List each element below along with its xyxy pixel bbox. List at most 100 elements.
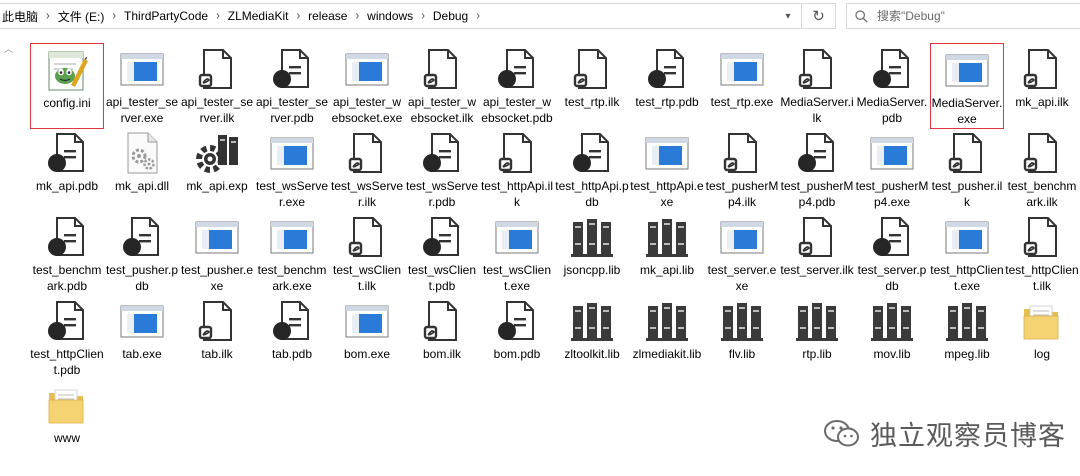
breadcrumb-separator-icon[interactable]: › [110,9,118,23]
breadcrumb-this-pc[interactable]: 此电脑 [2,8,44,25]
file-item[interactable]: test_rtp.ilk [555,43,629,129]
file-item[interactable]: tab.pdb [255,295,329,381]
exp-file-icon [193,129,241,177]
folder-item[interactable]: log [1005,295,1079,381]
file-item[interactable]: bom.ilk [405,295,479,381]
breadcrumb-separator-icon[interactable]: › [419,9,427,23]
file-item[interactable]: tab.ilk [180,295,254,381]
file-item[interactable]: test_wsServer.exe [255,127,329,213]
file-item[interactable]: test_httpClient.pdb [30,295,104,381]
file-item[interactable]: test_server.exe [705,211,779,297]
file-name: mk_api.dll [114,179,170,193]
file-item[interactable]: mk_api.pdb [30,127,104,213]
file-item[interactable]: test_rtp.exe [705,43,779,129]
file-item[interactable]: test_pusherMp4.exe [855,127,929,213]
file-item[interactable]: bom.pdb [480,295,554,381]
file-item[interactable]: test_httpApi.pdb [555,127,629,213]
file-item[interactable]: tab.exe [105,295,179,381]
file-item[interactable]: test_benchmark.pdb [30,211,104,297]
address-bar[interactable]: 此电脑 › 文件 (E:) › ThirdPartyCode › ZLMedia… [0,3,836,29]
file-item[interactable]: test_httpClient.exe [930,211,1004,297]
file-item[interactable]: test_wsServer.pdb [405,127,479,213]
file-item[interactable]: test_pusherMp4.ilk [705,127,779,213]
ilk-file-icon [1018,45,1066,93]
file-item[interactable]: bom.exe [330,295,404,381]
file-list[interactable]: ︿ config.ini api_tester_server.exe api_tes… [0,34,1080,476]
ilk-file-icon [793,213,841,261]
search-box[interactable] [846,3,1080,29]
file-item[interactable]: test_wsClient.ilk [330,211,404,297]
file-name: test_pusher.ilk [931,179,1003,209]
file-item[interactable]: flv.lib [705,295,779,381]
file-item[interactable]: zlmediakit.lib [630,295,704,381]
file-item[interactable]: test_pusher.ilk [930,127,1004,213]
search-input[interactable] [877,9,1057,23]
file-item[interactable]: mk_api.dll [105,127,179,213]
file-name: test_wsServer.ilk [330,179,404,209]
file-name: api_tester_server.exe [105,95,179,125]
file-item[interactable]: test_pusher.exe [180,211,254,297]
file-item[interactable]: api_tester_websocket.ilk [405,43,479,129]
breadcrumb-thirdpartycode[interactable]: ThirdPartyCode [118,9,214,23]
file-item[interactable]: api_tester_server.ilk [180,43,254,129]
breadcrumb-separator-icon[interactable]: › [474,9,482,23]
file-name: mk_api.lib [639,263,695,277]
breadcrumb-release[interactable]: release [302,9,353,23]
breadcrumb-separator-icon[interactable]: › [353,9,361,23]
file-item[interactable]: MediaServer.ilk [780,43,854,129]
file-item[interactable]: test_benchmark.exe [255,211,329,297]
file-item[interactable]: mk_api.ilk [1005,43,1079,129]
file-item[interactable]: test_wsClient.pdb [405,211,479,297]
file-item[interactable]: test_pusherMp4.pdb [780,127,854,213]
file-item[interactable]: mpeg.lib [930,295,1004,381]
collapse-up-icon[interactable]: ︿ [4,42,13,55]
file-item[interactable]: api_tester_websocket.exe [330,43,404,129]
file-item[interactable]: mk_api.lib [630,211,704,297]
refresh-icon[interactable]: ↻ [801,4,835,28]
breadcrumb-separator-icon[interactable]: › [214,9,222,23]
file-name: test_rtp.pdb [635,95,699,109]
file-item[interactable]: test_wsServer.ilk [330,127,404,213]
file-name: flv.lib [728,347,756,361]
file-name: test_pusher.exe [180,263,254,293]
watermark-text: 独立观察员博客 [870,421,1066,452]
ilk-file-icon [718,129,766,177]
file-item[interactable]: test_server.ilk [780,211,854,297]
file-item[interactable]: MediaServer.exe [930,43,1004,129]
file-item[interactable]: test_httpClient.ilk [1005,211,1079,297]
breadcrumb-separator-icon[interactable]: › [294,9,302,23]
breadcrumb-separator-icon[interactable]: › [44,9,52,23]
file-item[interactable]: test_pusher.pdb [105,211,179,297]
file-item[interactable]: config.ini [30,43,104,129]
file-item[interactable]: rtp.lib [780,295,854,381]
breadcrumb-windows[interactable]: windows [361,9,419,23]
lib-file-icon [943,297,991,345]
file-name: config.ini [43,96,91,110]
file-item[interactable]: mk_api.exp [180,127,254,213]
file-item[interactable]: api_tester_websocket.pdb [480,43,554,129]
folder-item[interactable]: www [30,379,104,465]
breadcrumb-debug[interactable]: Debug [427,9,474,23]
file-item[interactable]: test_rtp.pdb [630,43,704,129]
file-name: test_benchmark.pdb [32,263,102,293]
file-name: test_pusher.pdb [105,263,179,293]
breadcrumb-zlmediakit[interactable]: ZLMediaKit [222,9,295,23]
file-item[interactable]: test_httpApi.ilk [480,127,554,213]
file-item[interactable]: MediaServer.pdb [855,43,929,129]
file-item[interactable]: test_wsClient.exe [480,211,554,297]
file-item[interactable]: api_tester_server.pdb [255,43,329,129]
wechat-logo-icon [824,419,859,446]
file-item[interactable]: mov.lib [855,295,929,381]
file-item[interactable]: test_httpApi.exe [630,127,704,213]
file-item[interactable]: test_server.pdb [855,211,929,297]
folder-file-icon [1018,297,1066,345]
address-history-dropdown-icon[interactable]: ▾ [775,4,801,28]
exe-file-icon [943,46,991,94]
file-name: test_httpClient.pdb [30,347,104,377]
file-item[interactable]: api_tester_server.exe [105,43,179,129]
breadcrumb-drive-e[interactable]: 文件 (E:) [52,8,111,25]
file-item[interactable]: test_benchmark.ilk [1005,127,1079,213]
file-item[interactable]: zltoolkit.lib [555,295,629,381]
file-item[interactable]: jsoncpp.lib [555,211,629,297]
file-name: test_httpClient.ilk [1005,263,1079,293]
